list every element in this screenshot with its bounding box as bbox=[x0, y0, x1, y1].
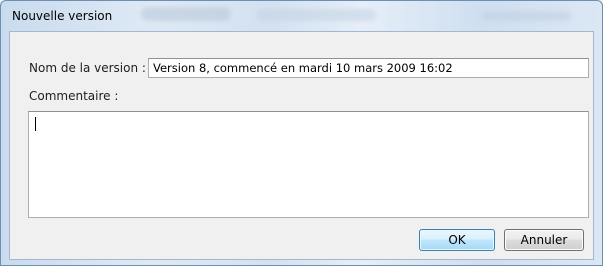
comment-textarea[interactable] bbox=[28, 111, 589, 218]
dialog-body: Nom de la version : Version 8, commencé … bbox=[9, 31, 594, 260]
text-caret bbox=[35, 117, 36, 131]
blurred-background bbox=[141, 7, 231, 21]
blurred-background bbox=[481, 11, 571, 21]
version-name-label: Nom de la version : bbox=[29, 61, 146, 75]
dialog-window: Nouvelle version Nom de la version : Ver… bbox=[0, 0, 603, 266]
window-title: Nouvelle version bbox=[12, 9, 113, 23]
title-bar[interactable]: Nouvelle version bbox=[1, 1, 602, 31]
version-name-input[interactable]: Version 8, commencé en mardi 10 mars 200… bbox=[148, 58, 589, 78]
blurred-background bbox=[256, 9, 376, 21]
ok-button[interactable]: OK bbox=[419, 229, 495, 251]
cancel-button[interactable]: Annuler bbox=[504, 229, 584, 251]
comment-label: Commentaire : bbox=[29, 89, 119, 103]
